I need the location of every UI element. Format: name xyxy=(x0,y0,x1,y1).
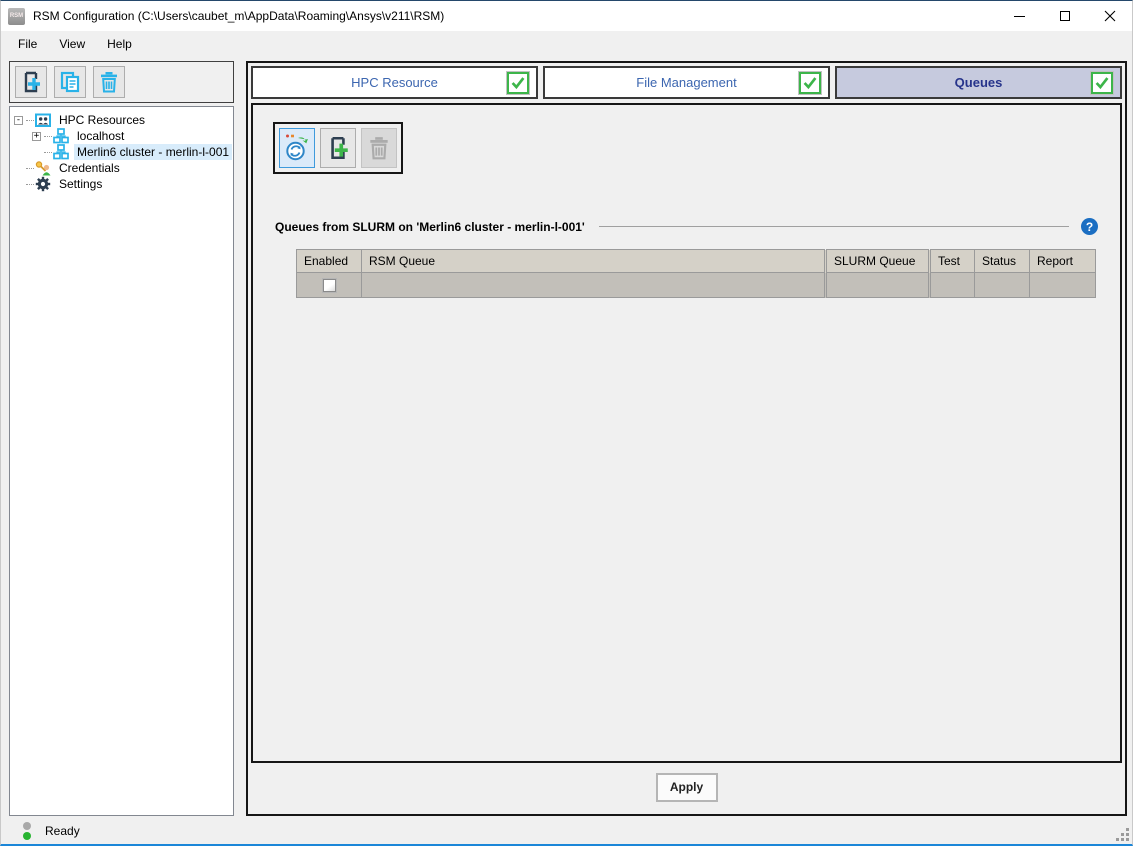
tab-queues[interactable]: Queues xyxy=(835,66,1122,99)
cluster-icon xyxy=(53,128,70,144)
window-title: RSM Configuration (C:\Users\caubet_m\App… xyxy=(33,9,444,23)
add-hpc-resource-icon xyxy=(19,70,43,94)
status-text: Ready xyxy=(45,824,80,838)
maximize-icon xyxy=(1060,11,1070,21)
tree-item-settings[interactable]: Settings xyxy=(14,176,233,192)
maximize-button[interactable] xyxy=(1042,1,1087,31)
tree-item-merlin6-cluster[interactable]: Merlin6 cluster - merlin-l-001 xyxy=(14,144,233,160)
queues-section-header: Queues from SLURM on 'Merlin6 cluster - … xyxy=(273,218,1100,235)
credentials-key-icon xyxy=(35,160,52,176)
status-dot-gray xyxy=(23,822,31,830)
status-indicator-icon xyxy=(23,822,31,840)
column-header-test[interactable]: Test xyxy=(930,250,975,273)
add-hpc-resource-button[interactable] xyxy=(15,66,47,98)
queues-table-header-row: Enabled RSM Queue SLURM Queue Test Statu… xyxy=(297,250,1096,273)
hpc-resource-valid-check-icon xyxy=(507,72,529,94)
tree-connector xyxy=(26,120,34,121)
delete-queue-button[interactable] xyxy=(361,128,397,168)
column-header-enabled[interactable]: Enabled xyxy=(297,250,362,273)
rsm-configuration-window: RSM RSM Configuration (C:\Users\caubet_m… xyxy=(0,0,1133,846)
add-queue-button[interactable] xyxy=(320,128,356,168)
settings-gear-icon xyxy=(35,176,52,192)
column-header-report[interactable]: Report xyxy=(1030,250,1096,273)
tab-hpc-resource[interactable]: HPC Resource xyxy=(251,66,538,99)
file-management-valid-check-icon xyxy=(799,72,821,94)
tree-item-hpc-resources[interactable]: - HPC Resources xyxy=(14,112,233,128)
tree-connector xyxy=(44,152,52,153)
queues-toolbar xyxy=(273,122,403,174)
expand-expander-icon[interactable]: + xyxy=(32,132,41,141)
close-button[interactable] xyxy=(1087,1,1132,31)
queues-table: Enabled RSM Queue SLURM Queue Test Statu… xyxy=(296,249,1096,298)
column-header-status[interactable]: Status xyxy=(975,250,1030,273)
column-header-slurm-queue[interactable]: SLURM Queue xyxy=(826,250,930,273)
app-icon: RSM xyxy=(8,8,25,25)
title-bar: RSM RSM Configuration (C:\Users\caubet_m… xyxy=(1,1,1132,31)
tree-item-localhost[interactable]: + localhost xyxy=(14,128,233,144)
window-controls xyxy=(997,1,1132,31)
refresh-queues-icon xyxy=(283,133,311,163)
tab-file-management[interactable]: File Management xyxy=(543,66,830,99)
resize-grip[interactable] xyxy=(1116,828,1129,841)
collapse-expander-icon[interactable]: - xyxy=(14,116,23,125)
add-queue-icon xyxy=(325,134,351,162)
tree-label-localhost: localhost xyxy=(74,128,127,144)
tree-label-credentials: Credentials xyxy=(56,160,123,176)
help-icon[interactable]: ? xyxy=(1081,218,1098,235)
close-icon xyxy=(1104,10,1116,22)
menu-view[interactable]: View xyxy=(48,34,96,54)
refresh-queues-button[interactable] xyxy=(279,128,315,168)
queue-rsm-queue-cell[interactable] xyxy=(362,273,826,298)
queue-enabled-checkbox[interactable] xyxy=(323,279,336,292)
tree-connector xyxy=(44,136,52,137)
tree-connector xyxy=(26,184,34,185)
duplicate-hpc-resource-button[interactable] xyxy=(54,66,86,98)
queue-report-cell xyxy=(1030,273,1096,298)
configuration-panel: HPC Resource File Management Queues xyxy=(246,61,1127,816)
section-divider xyxy=(599,226,1069,227)
tree-label-hpc-resources: HPC Resources xyxy=(56,112,148,128)
sidebar: - HPC Resources + xyxy=(9,61,234,816)
status-bar: Ready xyxy=(1,818,1132,844)
column-header-rsm-queue[interactable]: RSM Queue xyxy=(362,250,826,273)
hpc-resources-tree: - HPC Resources + xyxy=(9,106,234,816)
queue-test-cell[interactable] xyxy=(930,273,975,298)
minimize-icon xyxy=(1014,16,1025,17)
tab-file-management-label: File Management xyxy=(636,75,736,90)
queue-enabled-cell xyxy=(297,273,362,298)
delete-hpc-resource-button[interactable] xyxy=(93,66,125,98)
menu-file[interactable]: File xyxy=(7,34,48,54)
delete-queue-icon xyxy=(366,134,392,162)
apply-area: Apply xyxy=(251,763,1122,811)
tree-item-credentials[interactable]: Credentials xyxy=(14,160,233,176)
cluster-icon xyxy=(53,144,70,160)
tree-label-settings: Settings xyxy=(56,176,105,192)
queue-slurm-queue-cell[interactable] xyxy=(826,273,930,298)
main-area: - HPC Resources + xyxy=(1,57,1132,818)
menu-bar: File View Help xyxy=(1,31,1132,57)
apply-button[interactable]: Apply xyxy=(656,773,718,802)
queues-valid-check-icon xyxy=(1091,72,1113,94)
sidebar-toolbar xyxy=(9,61,234,103)
minimize-button[interactable] xyxy=(997,1,1042,31)
tree-connector xyxy=(26,168,34,169)
status-dot-green xyxy=(23,832,31,840)
duplicate-hpc-resource-icon xyxy=(58,70,82,94)
tree-label-merlin6-cluster: Merlin6 cluster - merlin-l-001 xyxy=(74,144,232,160)
menu-help[interactable]: Help xyxy=(96,34,143,54)
config-tabs: HPC Resource File Management Queues xyxy=(251,66,1122,99)
tab-hpc-resource-label: HPC Resource xyxy=(351,75,438,90)
queues-panel: Queues from SLURM on 'Merlin6 cluster - … xyxy=(251,103,1122,763)
queue-table-row xyxy=(297,273,1096,298)
queues-section-title: Queues from SLURM on 'Merlin6 cluster - … xyxy=(275,220,585,234)
delete-hpc-resource-icon xyxy=(97,70,121,94)
queue-status-cell xyxy=(975,273,1030,298)
tab-queues-label: Queues xyxy=(955,75,1003,90)
hpc-resources-icon xyxy=(35,112,52,128)
